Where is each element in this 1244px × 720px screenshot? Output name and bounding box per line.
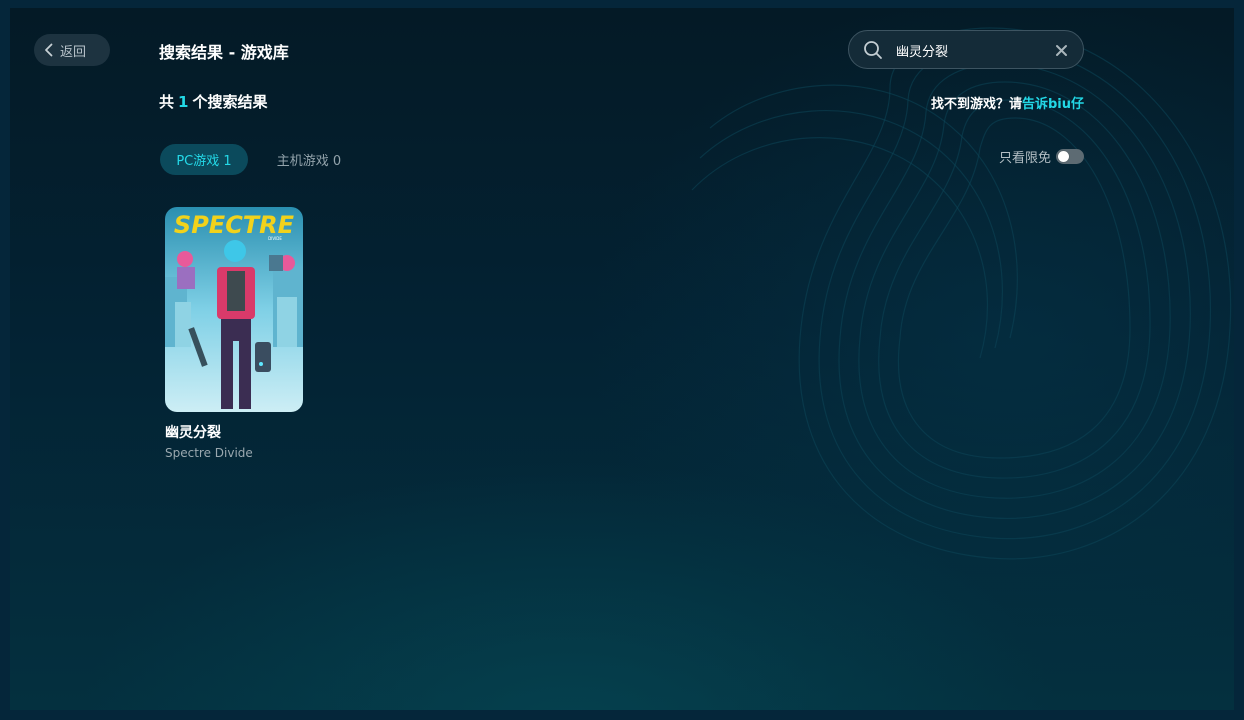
close-icon[interactable]: [1055, 44, 1068, 57]
back-button-label: 返回: [60, 44, 87, 60]
game-cover-image[interactable]: SPECTRE DIVIDE: [165, 207, 303, 412]
cover-logo: SPECTRE: [174, 211, 295, 239]
tab-pc-games[interactable]: PC游戏 1: [160, 144, 248, 175]
game-title: 幽灵分裂: [165, 425, 221, 441]
app-window: 返回 搜索结果 - 游戏库 共1个搜索结果 找不到游戏？请告诉biu仔 PC游戏…: [0, 0, 1244, 720]
chevron-left-icon: [45, 43, 53, 57]
help-prompt: 找不到游戏？请: [930, 97, 1022, 112]
search-box[interactable]: [848, 30, 1084, 69]
help-text: 找不到游戏？请告诉biu仔: [931, 93, 1084, 112]
free-only-toggle[interactable]: [1056, 149, 1084, 164]
free-only-label: 只看限免: [998, 151, 1051, 166]
cover-art: SPECTRE DIVIDE: [165, 207, 303, 412]
tell-biu-link[interactable]: 告诉biu仔: [1022, 97, 1084, 112]
result-count-suffix: 个搜索结果: [192, 93, 268, 111]
back-button[interactable]: 返回: [34, 34, 110, 66]
search-input[interactable]: [896, 39, 1046, 61]
game-subtitle: Spectre Divide: [165, 446, 253, 460]
result-count-number: 1: [178, 93, 189, 111]
page-title: 搜索结果 - 游戏库: [159, 43, 289, 62]
tab-console-games[interactable]: 主机游戏 0: [263, 144, 355, 175]
free-only-filter: 只看限免: [999, 147, 1084, 166]
cover-logo-sub: DIVIDE: [268, 236, 282, 241]
result-count-prefix: 共: [159, 93, 175, 111]
game-card[interactable]: SPECTRE DIVIDE 幽灵分裂 Spectre Divide: [165, 207, 305, 460]
result-count: 共 1 个搜索结果: [159, 91, 267, 112]
search-icon: [864, 41, 882, 59]
toggle-knob: [1058, 151, 1069, 162]
